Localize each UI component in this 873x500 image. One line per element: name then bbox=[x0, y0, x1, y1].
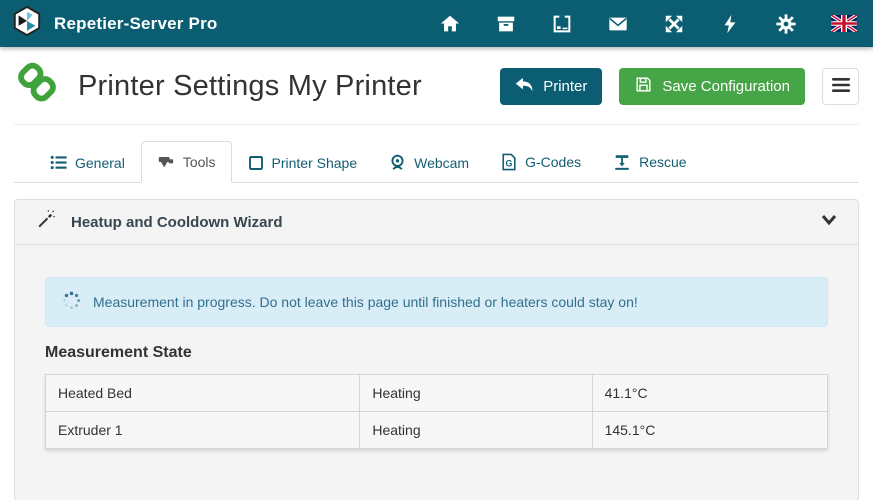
device-cell: Heated Bed bbox=[46, 375, 360, 412]
list-icon bbox=[50, 154, 67, 171]
language-flag-uk-icon[interactable] bbox=[831, 13, 857, 35]
app-title: Repetier-Server Pro bbox=[54, 14, 217, 34]
measurement-state-table: Heated Bed Heating 41.1°C Extruder 1 Hea… bbox=[45, 374, 828, 449]
top-navbar: Repetier-Server Pro bbox=[0, 0, 873, 47]
tab-printer-shape-label: Printer Shape bbox=[272, 155, 358, 171]
settings-tabs: General Tools Printer Shape bbox=[14, 141, 859, 183]
back-arrow-icon bbox=[515, 77, 534, 97]
webcam-icon bbox=[389, 154, 406, 171]
table-row: Extruder 1 Heating 145.1°C bbox=[46, 412, 828, 449]
wizard-panel-header[interactable]: Heatup and Cooldown Wizard bbox=[15, 200, 858, 245]
bolt-icon[interactable] bbox=[719, 13, 741, 35]
measurement-alert: Measurement in progress. Do not leave th… bbox=[45, 277, 828, 327]
page-header: Printer Settings My Printer Printer Save… bbox=[14, 47, 859, 125]
hamburger-icon bbox=[832, 78, 850, 95]
temperature-cell: 145.1°C bbox=[592, 412, 827, 449]
wizard-panel-title: Heatup and Cooldown Wizard bbox=[71, 214, 283, 231]
spinner-icon bbox=[62, 291, 81, 313]
gear-icon[interactable] bbox=[775, 13, 797, 35]
tab-tools[interactable]: Tools bbox=[141, 141, 232, 183]
repetier-logo-icon bbox=[12, 6, 42, 41]
save-button-label: Save Configuration bbox=[662, 78, 790, 95]
tab-gcodes-label: G-Codes bbox=[525, 154, 581, 170]
extruder-icon bbox=[157, 153, 175, 171]
measurement-state-heading: Measurement State bbox=[45, 344, 828, 362]
device-cell: Extruder 1 bbox=[46, 412, 360, 449]
rescue-icon bbox=[613, 153, 631, 171]
magic-wand-icon bbox=[35, 210, 55, 235]
alert-text: Measurement in progress. Do not leave th… bbox=[93, 294, 638, 310]
tab-general[interactable]: General bbox=[34, 142, 141, 183]
tab-rescue-label: Rescue bbox=[639, 154, 686, 170]
navbar-icons bbox=[405, 13, 857, 35]
home-icon[interactable] bbox=[439, 13, 461, 35]
printer-button[interactable]: Printer bbox=[500, 68, 602, 105]
save-floppy-icon bbox=[634, 75, 653, 98]
tab-printer-shape[interactable]: Printer Shape bbox=[232, 143, 374, 183]
tab-general-label: General bbox=[75, 155, 125, 171]
state-cell: Heating bbox=[360, 412, 592, 449]
svg-text:G: G bbox=[506, 158, 513, 168]
page-title: Printer Settings My Printer bbox=[78, 70, 422, 103]
printer-frame-icon[interactable] bbox=[551, 13, 573, 35]
tab-gcodes[interactable]: G G-Codes bbox=[485, 141, 597, 183]
expand-arrows-icon[interactable] bbox=[663, 13, 685, 35]
heatup-cooldown-wizard-panel: Heatup and Cooldown Wizard bbox=[14, 199, 859, 500]
archive-box-icon[interactable] bbox=[495, 13, 517, 35]
tab-webcam[interactable]: Webcam bbox=[373, 142, 485, 183]
menu-button[interactable] bbox=[822, 68, 859, 105]
square-outline-icon bbox=[248, 155, 264, 171]
mail-icon[interactable] bbox=[607, 13, 629, 35]
wizard-panel-body: Measurement in progress. Do not leave th… bbox=[15, 245, 858, 449]
printer-button-label: Printer bbox=[543, 78, 587, 95]
chevron-down-icon[interactable] bbox=[820, 213, 838, 232]
tab-rescue[interactable]: Rescue bbox=[597, 141, 702, 183]
tab-tools-label: Tools bbox=[183, 154, 216, 170]
table-row: Heated Bed Heating 41.1°C bbox=[46, 375, 828, 412]
app-brand[interactable]: Repetier-Server Pro bbox=[12, 6, 217, 41]
chain-link-icon bbox=[14, 61, 60, 112]
state-cell: Heating bbox=[360, 375, 592, 412]
temperature-cell: 41.1°C bbox=[592, 375, 827, 412]
tab-webcam-label: Webcam bbox=[414, 155, 469, 171]
save-configuration-button[interactable]: Save Configuration bbox=[619, 68, 805, 105]
gcode-file-icon: G bbox=[501, 153, 517, 171]
